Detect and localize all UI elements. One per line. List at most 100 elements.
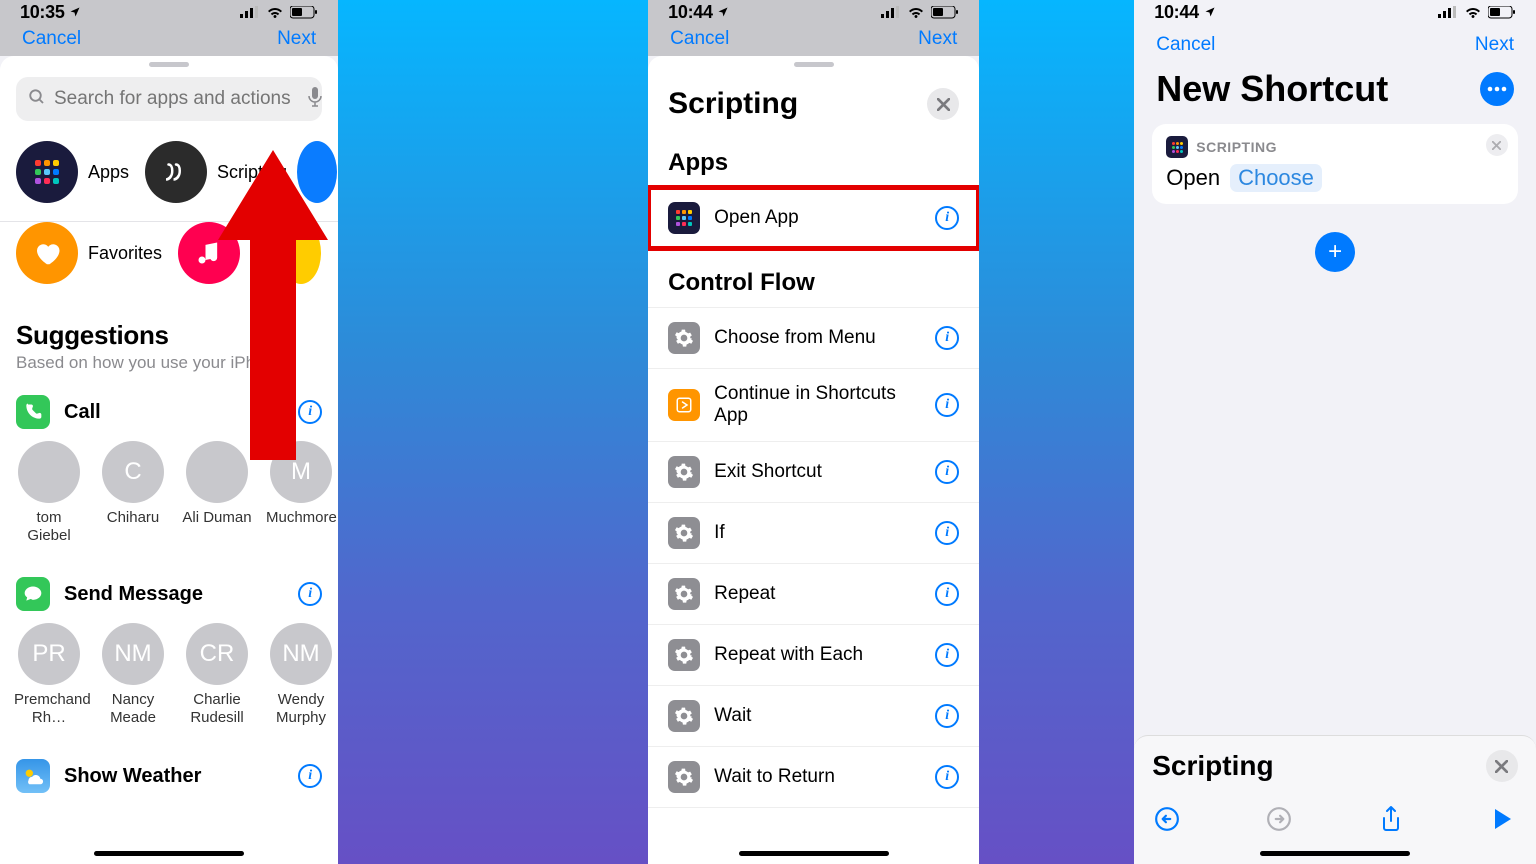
page-title: New Shortcut bbox=[1156, 68, 1388, 110]
sheet-grip[interactable] bbox=[149, 62, 189, 67]
battery-icon bbox=[1488, 6, 1516, 19]
cf-item[interactable]: Wait to Returni bbox=[648, 747, 979, 808]
category-partial[interactable] bbox=[297, 141, 337, 203]
next-button[interactable]: Next bbox=[918, 28, 957, 56]
msg-people: PRPremchand Rh… NMNancy Meade CRCharlie … bbox=[0, 617, 338, 743]
undo-button[interactable] bbox=[1152, 804, 1182, 834]
info-icon[interactable]: i bbox=[935, 206, 959, 230]
status-icons bbox=[1438, 6, 1516, 19]
action-sheet: Apps Scripting Favorites M Suggesti bbox=[0, 56, 338, 864]
signal-icon bbox=[240, 6, 260, 18]
info-icon[interactable]: i bbox=[298, 400, 322, 424]
status-icons bbox=[881, 6, 959, 19]
category-music[interactable]: M bbox=[178, 222, 265, 284]
contact[interactable]: CChiharu bbox=[98, 441, 168, 545]
cancel-button[interactable]: Cancel bbox=[22, 28, 81, 56]
music-icon bbox=[178, 222, 240, 284]
open-app-item[interactable]: Open App i bbox=[648, 187, 979, 249]
more-button[interactable] bbox=[1480, 72, 1514, 106]
add-action-button[interactable]: + bbox=[1315, 232, 1355, 272]
wifi-icon bbox=[266, 6, 284, 19]
cf-item[interactable]: Repeati bbox=[648, 564, 979, 625]
cf-item[interactable]: Waiti bbox=[648, 686, 979, 747]
gear-icon bbox=[668, 456, 700, 488]
contact[interactable]: MMuchmore bbox=[266, 441, 336, 545]
item-label: Open App bbox=[714, 207, 921, 229]
share-button[interactable] bbox=[1376, 804, 1406, 834]
cancel-button[interactable]: Cancel bbox=[1156, 34, 1215, 56]
shortcuts-icon bbox=[668, 389, 700, 421]
suggestion-call[interactable]: Call i bbox=[0, 379, 338, 435]
category-scripting[interactable]: Scripting bbox=[145, 141, 287, 203]
message-label: Send Message bbox=[64, 583, 284, 606]
next-button[interactable]: Next bbox=[277, 28, 316, 56]
signal-icon bbox=[881, 6, 901, 18]
contact[interactable]: CRCharlie Rudesill bbox=[182, 623, 252, 727]
redo-button[interactable] bbox=[1264, 804, 1294, 834]
suggestion-weather[interactable]: Show Weather i bbox=[0, 743, 338, 799]
apps-header: Apps bbox=[648, 129, 979, 187]
yellow-icon bbox=[281, 222, 321, 284]
category-partial-2[interactable] bbox=[281, 222, 321, 284]
remove-action-button[interactable] bbox=[1486, 134, 1508, 156]
next-button[interactable]: Next bbox=[1475, 34, 1514, 56]
contact[interactable]: Ali Duman bbox=[182, 441, 252, 545]
phone-icon bbox=[16, 395, 50, 429]
info-icon[interactable]: i bbox=[935, 521, 959, 545]
item-label: Exit Shortcut bbox=[714, 461, 921, 483]
cf-item[interactable]: Continue in Shortcuts Appi bbox=[648, 369, 979, 442]
scripting-sheet: Scripting Apps Open App i Control Flow C… bbox=[648, 56, 979, 864]
page-title-row: New Shortcut bbox=[1134, 64, 1536, 124]
blue-icon bbox=[297, 141, 337, 203]
home-indicator[interactable] bbox=[1260, 851, 1410, 856]
contact[interactable]: tom Giebel bbox=[14, 441, 84, 545]
info-icon[interactable]: i bbox=[935, 704, 959, 728]
mic-icon[interactable] bbox=[307, 87, 323, 112]
suggestion-message[interactable]: Send Message i bbox=[0, 561, 338, 617]
info-icon[interactable]: i bbox=[935, 326, 959, 350]
play-button[interactable] bbox=[1488, 804, 1518, 834]
info-icon[interactable]: i bbox=[298, 582, 322, 606]
call-people: tom Giebel CChiharu Ali Duman MMuchmore … bbox=[0, 435, 338, 561]
gear-icon bbox=[668, 761, 700, 793]
battery-icon bbox=[931, 6, 959, 19]
home-indicator[interactable] bbox=[94, 851, 244, 856]
status-bar: 10:44 bbox=[648, 0, 979, 20]
contact[interactable]: NMNancy Meade bbox=[98, 623, 168, 727]
contact[interactable]: NMWendy Murphy bbox=[266, 623, 336, 727]
action-card[interactable]: SCRIPTING Open Choose bbox=[1152, 124, 1518, 204]
close-button[interactable] bbox=[1486, 750, 1518, 782]
search-field[interactable] bbox=[16, 77, 322, 121]
heart-icon bbox=[16, 222, 78, 284]
info-icon[interactable]: i bbox=[935, 460, 959, 484]
sheet-grip[interactable] bbox=[794, 62, 834, 67]
call-label: Call bbox=[64, 401, 284, 424]
search-input[interactable] bbox=[54, 88, 299, 110]
open-label: Open bbox=[1166, 165, 1220, 191]
info-icon[interactable]: i bbox=[935, 393, 959, 417]
suggestions-subtitle: Based on how you use your iPho bbox=[0, 353, 338, 379]
cf-item[interactable]: Exit Shortcut i bbox=[648, 442, 979, 503]
choose-token[interactable]: Choose bbox=[1230, 164, 1322, 192]
card-header: SCRIPTING bbox=[1166, 136, 1504, 158]
cf-item[interactable]: Choose from Menui bbox=[648, 307, 979, 369]
close-button[interactable] bbox=[927, 88, 959, 120]
suggestions-title: Suggestions bbox=[0, 302, 338, 353]
signal-icon bbox=[1438, 6, 1458, 18]
cf-item[interactable]: Ifi bbox=[648, 503, 979, 564]
cancel-button[interactable]: Cancel bbox=[670, 28, 729, 56]
avatar bbox=[18, 441, 80, 503]
info-icon[interactable]: i bbox=[935, 582, 959, 606]
cf-item[interactable]: Repeat with Eachi bbox=[648, 625, 979, 686]
gear-icon bbox=[668, 322, 700, 354]
contact[interactable]: PRPremchand Rh… bbox=[14, 623, 84, 727]
info-icon[interactable]: i bbox=[935, 765, 959, 789]
screenshot-1: 10:35 Cancel Next Apps Scripting bbox=[0, 0, 338, 864]
weather-label: Show Weather bbox=[64, 765, 284, 788]
category-apps[interactable]: Apps bbox=[16, 141, 129, 203]
info-icon[interactable]: i bbox=[935, 643, 959, 667]
bottom-sheet: Scripting bbox=[1134, 735, 1536, 864]
home-indicator[interactable] bbox=[739, 851, 889, 856]
category-favorites[interactable]: Favorites bbox=[16, 222, 162, 284]
info-icon[interactable]: i bbox=[298, 764, 322, 788]
